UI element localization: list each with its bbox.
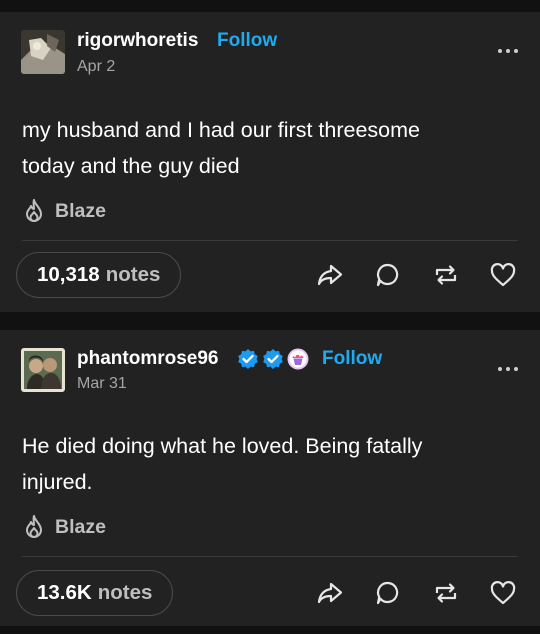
blaze-button[interactable]: Blaze [22,514,106,540]
share-icon[interactable] [316,261,344,289]
post-body-line: He died doing what he loved. Being fatal… [22,434,423,458]
flame-icon [26,199,42,222]
divider [22,240,518,241]
like-icon[interactable] [489,261,517,289]
username[interactable]: rigorwhoretis [77,30,198,52]
post-card: rigorwhoretis Follow Apr 2 my husband an… [0,12,540,312]
post-date: Apr 2 [77,58,116,75]
blaze-button[interactable]: Blaze [22,198,106,224]
notes-count: 13.6K [37,581,92,604]
notes-count: 10,318 [37,263,100,286]
share-icon[interactable] [316,579,344,607]
more-options-icon[interactable] [498,365,520,373]
cupcake-badge-icon [287,348,309,370]
verified-badge-icon [263,349,283,369]
post-body-line: injured. [22,470,93,494]
like-icon[interactable] [489,579,517,607]
notes-button[interactable]: 10,318 notes [16,252,182,298]
username[interactable]: phantomrose96 [77,348,218,370]
flame-icon [26,515,42,538]
notes-button[interactable]: 13.6K notes [16,570,174,616]
reblog-icon[interactable] [432,579,460,607]
post-body-line: my husband and I had our first threesome [22,118,420,142]
blaze-label: Blaze [55,199,106,222]
post-body: my husband and I had our first threesome… [22,112,512,184]
post-body-line: today and the guy died [22,154,240,178]
reply-icon[interactable] [374,261,402,289]
verified-badge-icon [238,349,258,369]
reblog-icon[interactable] [432,261,460,289]
follow-button[interactable]: Follow [217,30,277,52]
follow-button[interactable]: Follow [322,348,382,370]
reply-icon[interactable] [374,579,402,607]
post-card: phantomrose96 Follow Mar 31 He died doin… [0,330,540,626]
blaze-label: Blaze [55,515,106,538]
more-options-icon[interactable] [498,47,520,55]
divider [22,556,518,557]
avatar[interactable] [21,30,65,74]
post-date: Mar 31 [77,375,127,392]
avatar[interactable] [21,348,65,392]
notes-label: notes [105,263,161,286]
notes-label: notes [97,581,153,604]
post-body: He died doing what he loved. Being fatal… [22,428,512,500]
